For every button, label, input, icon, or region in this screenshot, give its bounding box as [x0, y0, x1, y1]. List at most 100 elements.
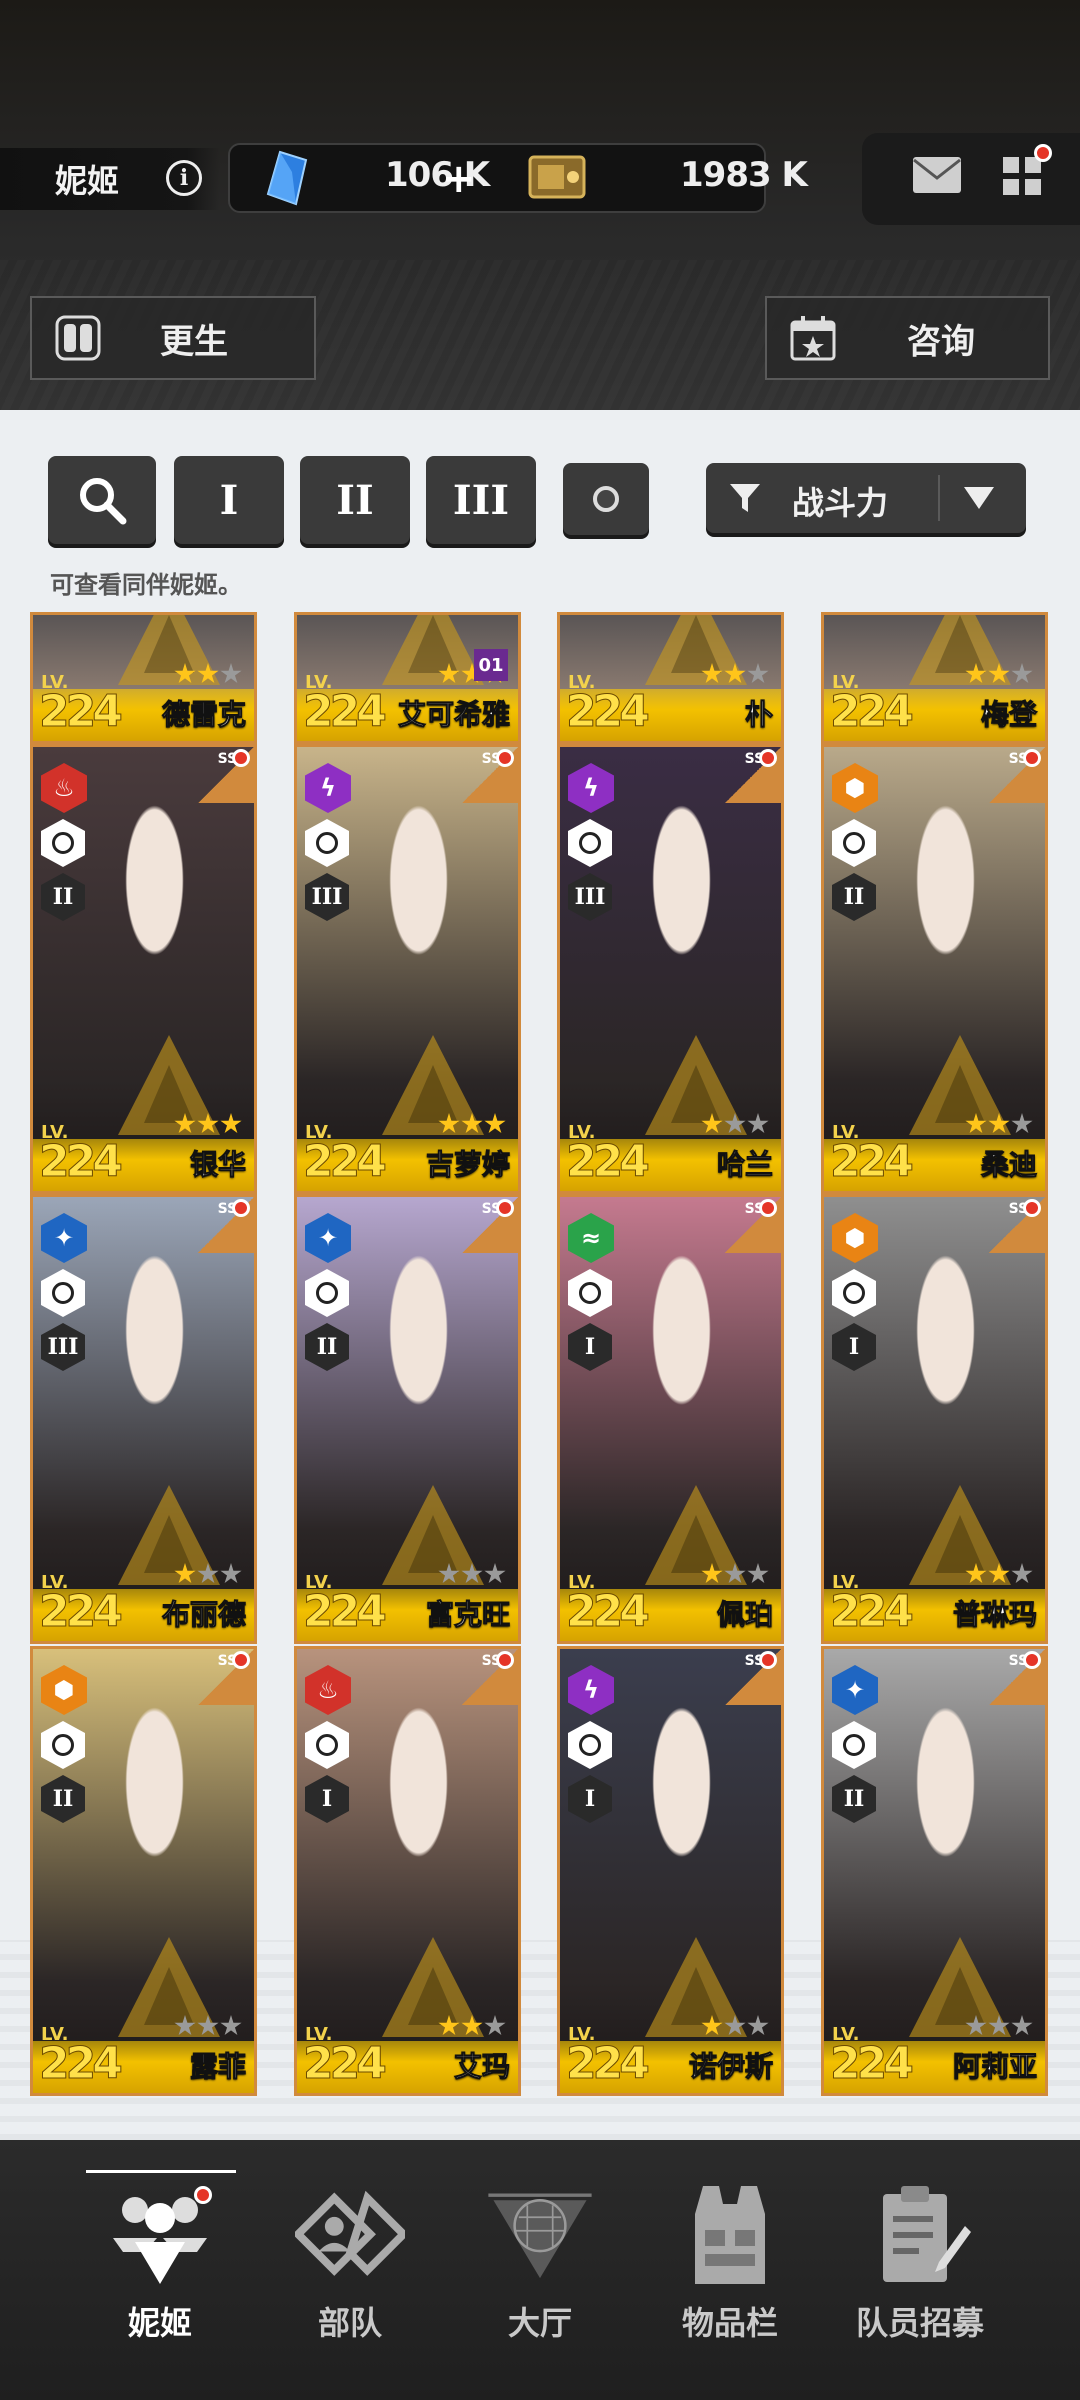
star-icon	[988, 2015, 1010, 2036]
vest-icon	[675, 2180, 785, 2290]
notification-dot	[496, 749, 514, 767]
active-tab-indicator	[86, 2170, 236, 2173]
nikke-card[interactable]: SSRϟILV.224诺伊斯	[557, 1646, 784, 2096]
level-value: 224	[303, 1136, 388, 1188]
level-value: 224	[303, 1586, 388, 1638]
nikke-name: 哈兰	[716, 1148, 773, 1182]
display-toggle-button[interactable]	[563, 463, 649, 535]
nikke-card[interactable]: SSR≈ILV.224佩珀	[557, 1194, 784, 1644]
rebirth-icon	[55, 315, 101, 361]
nikke-card[interactable]: SSR✦IILV.224阿莉亚	[821, 1646, 1048, 2096]
hint-text: 可查看同伴妮姬。	[50, 571, 242, 599]
menu-grid-icon[interactable]	[1003, 157, 1041, 195]
nikke-name: 银华	[189, 1148, 246, 1182]
nikke-card[interactable]: SSR⬢IILV.224桑迪	[821, 744, 1048, 1194]
notification-dot	[496, 1651, 514, 1669]
star-icon	[174, 1113, 196, 1134]
mail-icon[interactable]	[912, 156, 962, 194]
nav-nikke-notification-dot	[194, 2186, 212, 2204]
star-icon	[484, 1113, 506, 1134]
notification-dot	[232, 1199, 250, 1217]
star-icon	[701, 1113, 723, 1134]
level-value: 224	[566, 686, 651, 738]
nikke-name: 露菲	[189, 2050, 246, 2084]
star-icon	[220, 663, 242, 684]
star-rating	[701, 663, 769, 685]
burst-filter-3-label: III	[452, 476, 510, 524]
nikke-card[interactable]: SSR⬢ILV.224普琳玛	[821, 1194, 1048, 1644]
nikke-name: 布丽德	[161, 1598, 246, 1632]
nikke-card-partial[interactable]: 01 LV. 224 艾可希雅	[294, 612, 521, 744]
limit-tag: 01	[474, 649, 508, 681]
nikke-card[interactable]: SSR♨ILV.224艾玛	[294, 1646, 521, 2096]
search-button[interactable]	[48, 456, 156, 544]
chevron-down-icon	[964, 487, 994, 509]
notification-dot	[1023, 1199, 1041, 1217]
nav-inventory[interactable]: 物品栏	[630, 2180, 830, 2344]
nikke-card[interactable]: SSR✦IILV.224富克旺	[294, 1194, 521, 1644]
nav-squad-label: 部队	[317, 2304, 382, 2342]
star-icon	[461, 2015, 483, 2036]
nav-nikke[interactable]: 妮姬	[60, 2180, 260, 2344]
consult-label: 咨询	[907, 321, 975, 362]
calendar-star-icon	[790, 316, 836, 361]
nikke-card-partial[interactable]: LV. 224 梅登	[821, 612, 1048, 744]
nikke-name: 佩珀	[716, 1598, 773, 1632]
level-value: 224	[566, 2038, 651, 2090]
burst-filter-1-button[interactable]: I	[174, 456, 284, 544]
star-icon	[965, 663, 987, 684]
nikke-card[interactable]: SSRϟIIILV.224吉萝婷	[294, 744, 521, 1194]
star-rating	[174, 1563, 242, 1585]
nikke-name: 艾玛	[453, 2050, 510, 2084]
burst-filter-2-label: II	[336, 476, 374, 524]
search-icon	[80, 478, 127, 525]
nikke-card[interactable]: SSR⬢IILV.224露菲	[30, 1646, 257, 2096]
consult-button[interactable]: 咨询	[765, 296, 1050, 380]
nikke-card[interactable]: SSRϟIIILV.224哈兰	[557, 744, 784, 1194]
star-icon	[701, 1563, 723, 1584]
gem-icon	[266, 150, 308, 206]
level-value: 224	[830, 1136, 915, 1188]
nikke-card[interactable]: SSR♨IILV.224银华	[30, 744, 257, 1194]
level-value: 224	[39, 686, 124, 738]
add-gems-icon[interactable]: +	[442, 156, 476, 202]
rebirth-button[interactable]: 更生	[30, 296, 316, 380]
nikke-card[interactable]: SSR✦IIILV.224布丽德	[30, 1194, 257, 1644]
notification-dot	[759, 1199, 777, 1217]
nikke-name: 桑迪	[980, 1148, 1037, 1182]
burst-filter-3-button[interactable]: III	[426, 456, 536, 544]
level-value: 224	[39, 2038, 124, 2090]
notification-dot	[232, 749, 250, 767]
nikke-card-partial[interactable]: LV. 224 德雷克	[30, 612, 257, 744]
star-icon	[701, 2015, 723, 2036]
star-icon	[174, 2015, 196, 2036]
star-icon	[197, 663, 219, 684]
star-icon	[747, 2015, 769, 2036]
nav-squad[interactable]: 部队	[250, 2180, 450, 2344]
nikke-card-partial[interactable]: LV. 224 朴	[557, 612, 784, 744]
level-value: 224	[303, 2038, 388, 2090]
sort-dropdown[interactable]: 战斗力	[706, 463, 1026, 533]
star-rating	[438, 2015, 506, 2037]
nikke-name: 诺伊斯	[688, 2050, 773, 2084]
level-value: 224	[566, 1136, 651, 1188]
burst-filter-2-button[interactable]: II	[300, 456, 410, 544]
star-rating	[965, 663, 1033, 685]
nav-lobby[interactable]: 大厅	[440, 2180, 640, 2344]
star-icon	[484, 1563, 506, 1584]
notification-dot	[759, 749, 777, 767]
info-icon[interactable]: i	[166, 160, 202, 196]
star-icon	[747, 1113, 769, 1134]
star-rating	[174, 2015, 242, 2037]
star-icon	[461, 1113, 483, 1134]
star-icon	[197, 1563, 219, 1584]
nikke-name: 普琳玛	[952, 1598, 1037, 1632]
level-value: 224	[303, 686, 388, 738]
star-icon	[1011, 1113, 1033, 1134]
nav-recruit[interactable]: 队员招募	[820, 2180, 1020, 2344]
star-icon	[1011, 1563, 1033, 1584]
rebirth-label: 更生	[160, 321, 228, 362]
toggle-circle-icon	[593, 486, 619, 512]
star-icon	[220, 2015, 242, 2036]
level-value: 224	[39, 1586, 124, 1638]
